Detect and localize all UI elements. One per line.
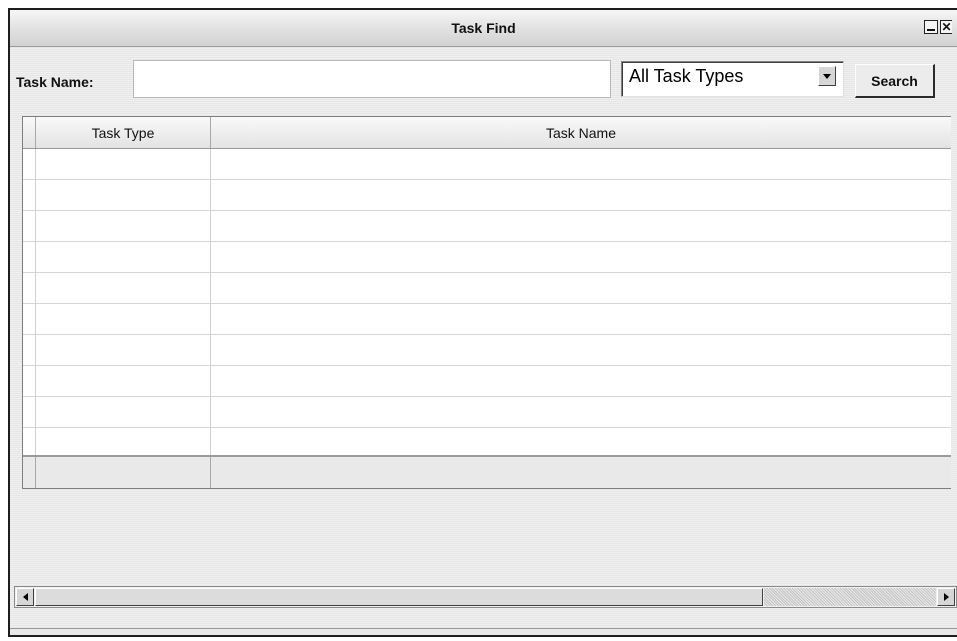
- table-cell: [23, 242, 36, 272]
- table-row[interactable]: [23, 366, 951, 397]
- table-row[interactable]: [23, 304, 951, 335]
- footer-cell: [211, 457, 951, 488]
- table-cell: [23, 273, 36, 303]
- table-cell: [211, 211, 951, 241]
- row-header-column: [23, 117, 36, 148]
- table-cell: [211, 149, 951, 179]
- table-row[interactable]: [23, 211, 951, 242]
- arrow-right-icon[interactable]: [937, 588, 955, 606]
- task-name-label: Task Name:: [16, 74, 94, 90]
- minimize-icon[interactable]: [924, 20, 938, 34]
- results-table: Task Type Task Name: [22, 116, 951, 489]
- table-row[interactable]: [23, 242, 951, 273]
- table-cell: [36, 335, 211, 365]
- task-type-select[interactable]: All Task Types: [621, 61, 844, 97]
- table-row[interactable]: [23, 149, 951, 180]
- scrollbar-track[interactable]: [764, 588, 936, 606]
- table-cell: [211, 366, 951, 396]
- table-cell: [211, 180, 951, 210]
- table-cell: [211, 242, 951, 272]
- table-cell: [36, 242, 211, 272]
- table-cell: [36, 366, 211, 396]
- table-cell: [36, 149, 211, 179]
- status-bar: [10, 628, 957, 635]
- window-title: Task Find: [451, 20, 516, 36]
- table-cell: [23, 366, 36, 396]
- table-cell: [23, 180, 36, 210]
- table-row[interactable]: [23, 180, 951, 211]
- arrow-left-icon[interactable]: [16, 588, 34, 606]
- table-cell: [36, 428, 211, 458]
- column-header-task-name[interactable]: Task Name: [211, 117, 951, 148]
- table-cell: [36, 273, 211, 303]
- table-cell: [23, 149, 36, 179]
- chevron-down-icon[interactable]: [818, 66, 836, 86]
- close-icon[interactable]: ✕: [940, 20, 952, 34]
- task-type-selected-value: All Task Types: [629, 66, 744, 86]
- task-name-input[interactable]: [133, 60, 611, 98]
- table-row[interactable]: [23, 273, 951, 304]
- table-cell: [211, 428, 951, 458]
- table-cell: [211, 304, 951, 334]
- table-cell: [23, 335, 36, 365]
- table-cell: [36, 180, 211, 210]
- table-cell: [23, 304, 36, 334]
- footer-cell: [36, 457, 211, 488]
- task-find-window: Task Find ✕ Task Name: All Task Types Se…: [8, 8, 957, 637]
- table-cell: [36, 397, 211, 427]
- table-cell: [23, 428, 36, 458]
- table-cell: [211, 335, 951, 365]
- table-cell: [36, 304, 211, 334]
- table-row[interactable]: [23, 335, 951, 366]
- table-header: Task Type Task Name: [23, 117, 951, 149]
- column-header-task-type[interactable]: Task Type: [36, 117, 211, 148]
- horizontal-scrollbar[interactable]: [14, 586, 957, 608]
- table-row[interactable]: [23, 397, 951, 428]
- table-cell: [211, 273, 951, 303]
- table-cell: [36, 211, 211, 241]
- scrollbar-thumb[interactable]: [35, 588, 763, 606]
- table-body: [23, 149, 951, 459]
- table-footer: [23, 455, 951, 488]
- search-button[interactable]: Search: [855, 64, 935, 98]
- title-bar[interactable]: Task Find ✕: [10, 10, 957, 47]
- table-cell: [23, 397, 36, 427]
- footer-cell: [23, 457, 36, 488]
- table-cell: [23, 211, 36, 241]
- table-cell: [211, 397, 951, 427]
